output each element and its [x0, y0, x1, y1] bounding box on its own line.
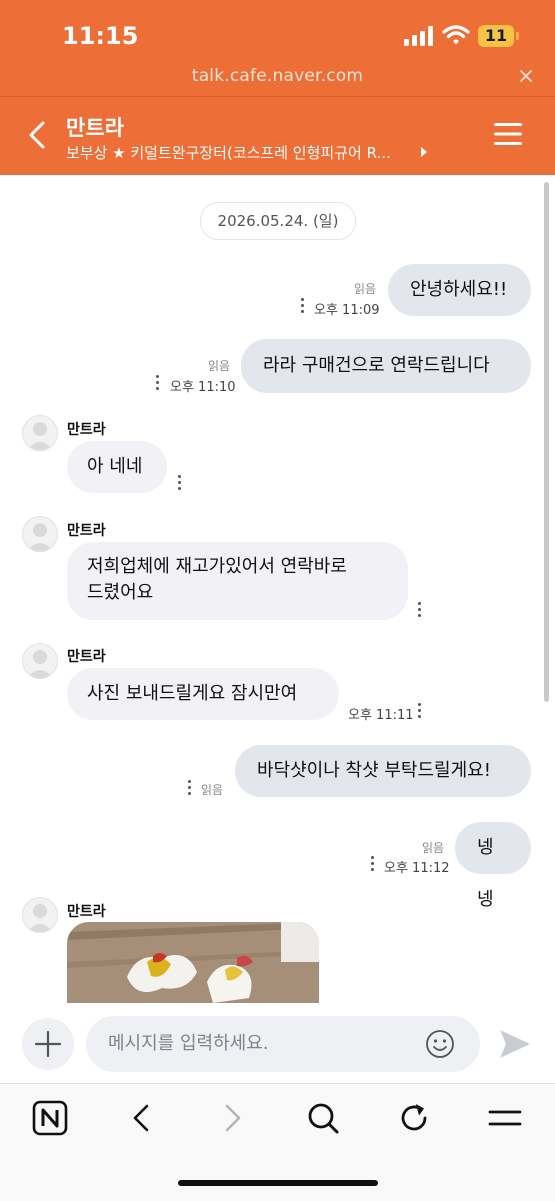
- chevron-right-icon[interactable]: [214, 1100, 250, 1136]
- photo-message[interactable]: [67, 922, 319, 1003]
- more-options-icon[interactable]: [418, 703, 422, 719]
- more-options-icon[interactable]: [301, 298, 305, 314]
- message-time: 오후 11:12: [384, 861, 450, 876]
- back-button[interactable]: [22, 119, 54, 151]
- more-options-icon[interactable]: [188, 780, 192, 796]
- message-line: 드렸어요: [87, 582, 154, 603]
- close-icon[interactable]: [516, 66, 536, 86]
- default-avatar-icon: [27, 422, 53, 450]
- sender-name: 만트라: [67, 422, 106, 438]
- smiley-icon[interactable]: [425, 1029, 455, 1059]
- incoming-message[interactable]: 사진 보내드릴게요 잠시만여: [67, 668, 339, 720]
- message-time: 오후 11:09: [314, 303, 380, 318]
- more-options-icon[interactable]: [156, 375, 160, 391]
- message-input[interactable]: 메시지를 입력하세요.: [86, 1016, 480, 1072]
- sender-name: 만트라: [67, 904, 106, 920]
- outgoing-message[interactable]: 안녕하세요!!: [388, 264, 531, 316]
- tabs-menu-icon[interactable]: [487, 1100, 523, 1136]
- default-avatar-icon: [27, 904, 53, 932]
- more-options-icon[interactable]: [371, 856, 375, 872]
- send-icon[interactable]: [498, 1028, 532, 1060]
- outgoing-message[interactable]: 라라 구매건으로 연락드립니다: [241, 339, 531, 393]
- message-line: 저희업체에 재고가있어서 연락바로: [87, 556, 347, 577]
- outgoing-message[interactable]: 넹넹: [455, 822, 531, 910]
- sender-name: 만트라: [67, 523, 106, 539]
- chat-subtitle[interactable]: 보부상 ★ 키덜트완구장터(코스프레 인형피규어 R...: [66, 142, 416, 163]
- outgoing-message[interactable]: 바닥샷이나 착샷 부탁드릴게요!: [235, 745, 531, 797]
- default-avatar-icon: [27, 650, 53, 678]
- battery-indicator: 11: [478, 25, 514, 47]
- search-icon[interactable]: [305, 1100, 341, 1136]
- browser-url[interactable]: talk.cafe.naver.com: [0, 66, 555, 86]
- default-avatar-icon: [27, 523, 53, 551]
- read-receipt: 읽음: [422, 841, 445, 855]
- message-time: 오후 11:10: [170, 380, 236, 395]
- avatar[interactable]: [22, 897, 58, 933]
- more-options-icon[interactable]: [178, 475, 182, 491]
- scrollbar[interactable]: [544, 182, 549, 702]
- battery-tip: [516, 32, 519, 40]
- status-time: 11:15: [62, 22, 139, 50]
- hamburger-menu-icon[interactable]: [494, 121, 522, 147]
- read-receipt: 읽음: [201, 783, 224, 797]
- avatar[interactable]: [22, 516, 58, 552]
- cellular-signal-icon: [404, 26, 433, 46]
- avatar[interactable]: [22, 643, 58, 679]
- home-indicator[interactable]: [178, 1180, 378, 1186]
- plus-icon: [34, 1030, 62, 1058]
- naver-n-icon[interactable]: [32, 1100, 68, 1136]
- photo-image: [67, 922, 319, 1003]
- sender-name: 만트라: [67, 649, 106, 665]
- date-separator: 2026.05.24. (일): [200, 202, 356, 240]
- chevron-left-icon[interactable]: [124, 1100, 160, 1136]
- read-receipt: 읽음: [354, 282, 377, 296]
- chat-title: 만트라: [66, 116, 124, 140]
- attach-button[interactable]: [22, 1018, 74, 1070]
- avatar[interactable]: [22, 415, 58, 451]
- wifi-icon: [442, 25, 470, 45]
- reload-icon[interactable]: [396, 1100, 432, 1136]
- incoming-message[interactable]: 저희업체에 재고가있어서 연락바로 드렸어요: [67, 542, 408, 620]
- more-options-icon[interactable]: [418, 602, 422, 618]
- caret-right-icon: [421, 147, 427, 157]
- incoming-message[interactable]: 아 네네: [67, 441, 167, 493]
- message-time: 오후 11:11: [348, 708, 414, 723]
- read-receipt: 읽음: [208, 359, 231, 373]
